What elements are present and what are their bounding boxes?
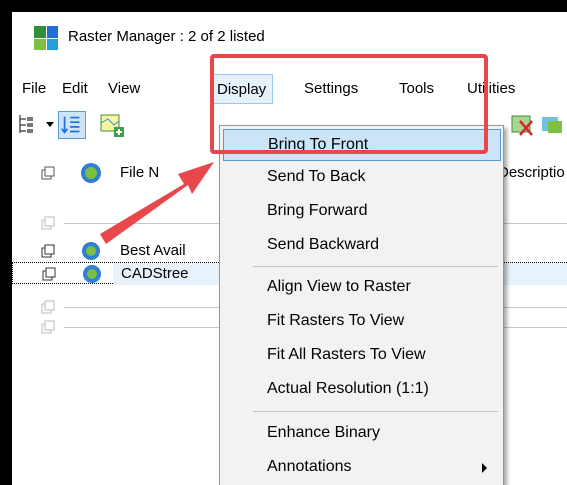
raster-manager-window: Raster Manager : 2 of 2 listed File Edit… [12, 12, 567, 485]
callout-arrow-icon [100, 162, 214, 244]
